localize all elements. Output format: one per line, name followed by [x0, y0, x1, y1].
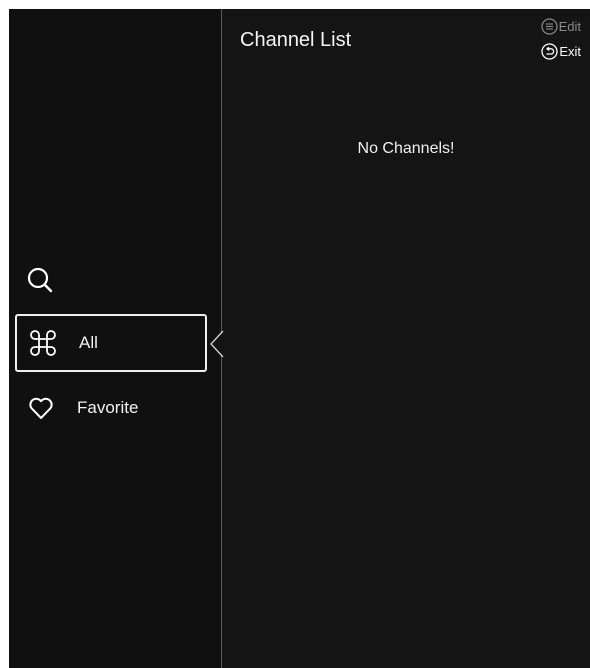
search-icon — [27, 267, 53, 293]
sidebar-item-all[interactable]: All — [15, 314, 207, 372]
menu-lines-icon — [540, 18, 558, 35]
exit-hint-label: Exit — [559, 44, 581, 59]
edit-hint-label: Edit — [558, 19, 581, 34]
selection-pointer-icon — [210, 331, 224, 357]
heart-icon — [27, 394, 55, 422]
search-button[interactable] — [25, 265, 55, 295]
edit-hint-button[interactable]: Edit — [540, 18, 581, 35]
category-sidebar: All Favorite — [9, 9, 221, 668]
sidebar-item-label: Favorite — [77, 398, 139, 417]
sidebar-item-label: All — [79, 333, 98, 352]
channel-list-screen: All Favorite Channel List Edit Exit No C… — [9, 9, 590, 668]
page-title: Channel List — [240, 29, 352, 51]
return-arrow-icon — [541, 43, 558, 60]
exit-hint-button[interactable]: Exit — [541, 43, 581, 60]
sidebar-item-favorite[interactable]: Favorite — [15, 379, 207, 437]
command-cloverleaf-icon — [29, 329, 57, 357]
empty-state-message: No Channels! — [357, 140, 455, 157]
